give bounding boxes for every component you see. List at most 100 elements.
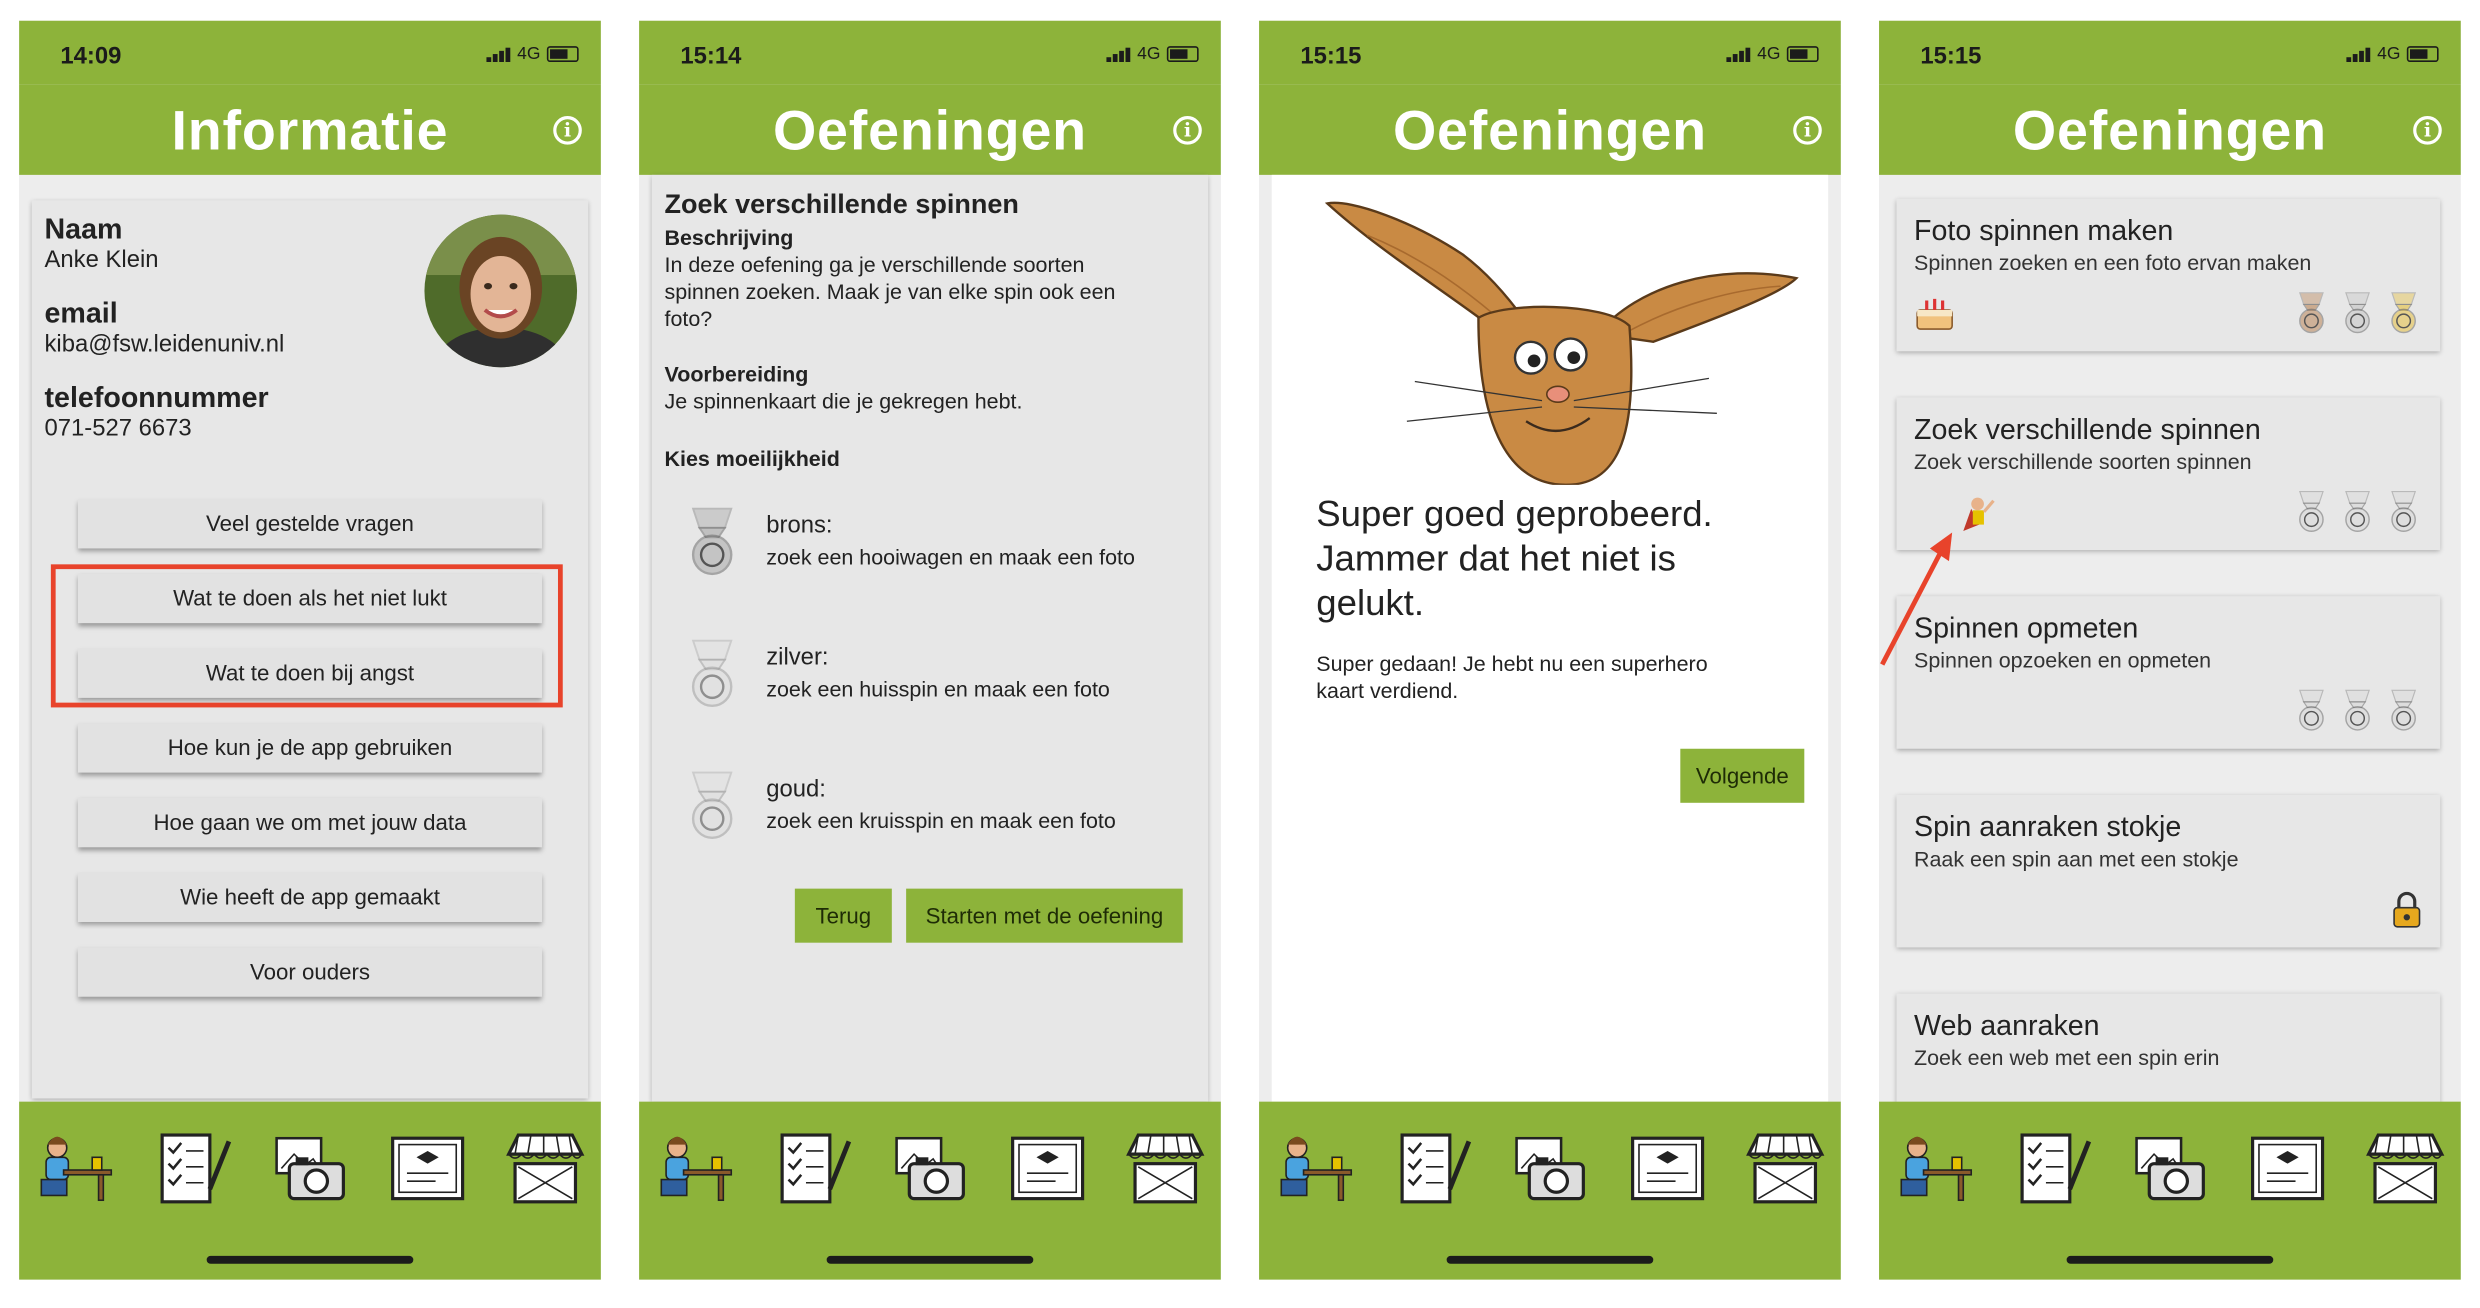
bronze-medal-icon (2291, 291, 2332, 336)
gold-medal-icon[interactable] (680, 769, 744, 842)
name-value: Anke Klein (44, 246, 159, 274)
exercise-title: Zoek verschillende spinnen (1913, 413, 2261, 446)
result-heading-line-2: Jammer dat het niet is (1316, 537, 1676, 579)
certificate-icon[interactable] (2245, 1126, 2331, 1212)
nav-icons (32, 1126, 588, 1212)
status-time: 15:15 (1300, 42, 1362, 70)
for-parents-button[interactable]: Voor ouders (77, 947, 543, 997)
info-icon[interactable]: i (1173, 116, 1202, 145)
status-indicators: 4G (1106, 44, 1199, 64)
checklist-icon[interactable] (1389, 1126, 1475, 1212)
level-gold-task[interactable]: zoek een kruisspin en maak een foto (766, 809, 1116, 833)
phone-label: telefoonnummer (44, 381, 269, 414)
student-at-desk-icon[interactable] (1272, 1126, 1358, 1212)
superhero-icon (1963, 497, 1995, 531)
market-stall-icon[interactable] (2362, 1126, 2448, 1212)
checklist-icon[interactable] (2009, 1126, 2095, 1212)
app-header: Oefeningen i (1879, 84, 2461, 175)
market-stall-icon[interactable] (1742, 1126, 1828, 1212)
credits-button[interactable]: Wie heeft de app gemaakt (77, 872, 543, 923)
exercise-card-spiders[interactable]: Zoek verschillende spinnen Zoek verschil… (1896, 397, 2441, 551)
app-header: Informatie i (19, 84, 601, 175)
app-header: Oefeningen i (639, 84, 1221, 175)
highlight-box (50, 564, 563, 708)
bottom-nav (1259, 1101, 1841, 1280)
certificate-icon[interactable] (1625, 1126, 1711, 1212)
phone-screen-exercise-list: 15:15 4G Oefeningen i Foto spinnen maken… (1879, 20, 2461, 1280)
network-label: 4G (2377, 44, 2401, 64)
student-at-desk-icon[interactable] (1892, 1126, 1978, 1212)
home-indicator (1446, 1255, 1654, 1264)
nav-icons (1272, 1126, 1828, 1212)
status-indicators: 4G (1726, 44, 1819, 64)
preparation-text: Je spinnenkaart die je gekregen hebt. (664, 389, 1023, 414)
app-header: Oefeningen i (1259, 84, 1841, 175)
certificate-icon[interactable] (385, 1126, 471, 1212)
description-label: Beschrijving (664, 225, 794, 250)
camera-icon[interactable] (1507, 1126, 1593, 1212)
camera-icon[interactable] (267, 1126, 353, 1212)
silver-medal-icon (2337, 291, 2378, 336)
market-stall-icon[interactable] (502, 1126, 588, 1212)
result-body-line-2: kaart verdiend. (1316, 678, 1459, 703)
result-body-line-1: Super gedaan! Je hebt nu een superhero (1316, 651, 1708, 676)
market-stall-icon[interactable] (1122, 1126, 1208, 1212)
result-panel: Super goed geprobeerd. Jammer dat het ni… (1271, 174, 1829, 1102)
faq-button[interactable]: Veel gestelde vragen (77, 499, 543, 549)
checklist-icon[interactable] (769, 1126, 855, 1212)
home-indicator (2066, 1255, 2274, 1264)
student-at-desk-icon[interactable] (652, 1126, 738, 1212)
result-heading-line-3: gelukt. (1316, 581, 1424, 624)
camera-icon[interactable] (2127, 1126, 2213, 1212)
data-policy-button[interactable]: Hoe gaan we om met jouw data (77, 798, 543, 848)
checklist-icon[interactable] (149, 1126, 235, 1212)
level-bronze-task[interactable]: zoek een hooiwagen en maak een foto (766, 545, 1135, 569)
exercise-card-stick[interactable]: Spin aanraken stokje Raak een spin aan m… (1896, 794, 2441, 948)
network-label: 4G (1757, 44, 1781, 64)
info-icon[interactable]: i (553, 116, 582, 145)
result-heading-line-1: Super goed geprobeerd. (1316, 492, 1713, 535)
home-indicator (206, 1255, 414, 1264)
camera-icon[interactable] (887, 1126, 973, 1212)
exercise-title: Zoek verschillende spinnen (664, 189, 1019, 220)
exercise-title: Spin aanraken stokje (1913, 810, 2182, 843)
bronze-medal-icon[interactable] (680, 506, 744, 579)
difficulty-label: Kies moeilijkheid (664, 446, 840, 471)
info-icon[interactable]: i (1793, 116, 1822, 145)
certificate-icon[interactable] (1005, 1126, 1091, 1212)
level-silver-name[interactable]: zilver: (766, 644, 828, 671)
status-indicators: 4G (486, 45, 579, 64)
page-title: Oefeningen (772, 100, 1087, 163)
rabbit-illustration (1324, 201, 1799, 485)
status-bar: 15:15 4G (1879, 20, 2461, 85)
grey-medal-icon (2337, 490, 2378, 535)
level-gold-name[interactable]: goud: (766, 776, 826, 803)
level-silver-task[interactable]: zoek een huisspin en maak een foto (766, 677, 1110, 701)
network-label: 4G (1137, 44, 1161, 64)
battery-icon (546, 46, 579, 62)
exercise-subtitle: Zoek een web met een spin erin (1913, 1046, 2220, 1070)
exercise-card-photo[interactable]: Foto spinnen maken Spinnen zoeken en een… (1896, 198, 2441, 352)
medal-row (2291, 490, 2425, 535)
student-at-desk-icon[interactable] (32, 1126, 118, 1212)
signal-icon (486, 46, 511, 62)
composite-screenshot: 14:09 4G Informatie i Naam Anke Klein em… (0, 0, 2480, 1308)
exercise-card-measure[interactable]: Spinnen opmeten Spinnen opzoeken en opme… (1896, 596, 2441, 749)
level-bronze-name[interactable]: brons: (766, 512, 832, 539)
info-icon[interactable]: i (2413, 116, 2442, 145)
home-indicator (826, 1255, 1034, 1264)
phone-screen-result: 15:15 4G Oefeningen i Super goed geprobe… (1259, 20, 1841, 1280)
how-to-use-button[interactable]: Hoe kun je de app gebruiken (77, 723, 543, 773)
signal-icon (1726, 46, 1751, 62)
status-time: 14:09 (60, 42, 122, 70)
back-button[interactable]: Terug (794, 888, 892, 943)
nav-icons (1892, 1126, 2448, 1212)
grey-medal-icon (2383, 688, 2424, 733)
phone-screen-informatie: 14:09 4G Informatie i Naam Anke Klein em… (19, 20, 601, 1280)
status-time: 15:15 (1920, 42, 1982, 70)
start-exercise-button[interactable]: Starten met de oefening (906, 888, 1183, 943)
status-bar: 15:14 4G (639, 20, 1221, 85)
page-title: Informatie (171, 100, 449, 163)
next-button[interactable]: Volgende (1680, 748, 1805, 803)
silver-medal-icon[interactable] (680, 637, 744, 710)
